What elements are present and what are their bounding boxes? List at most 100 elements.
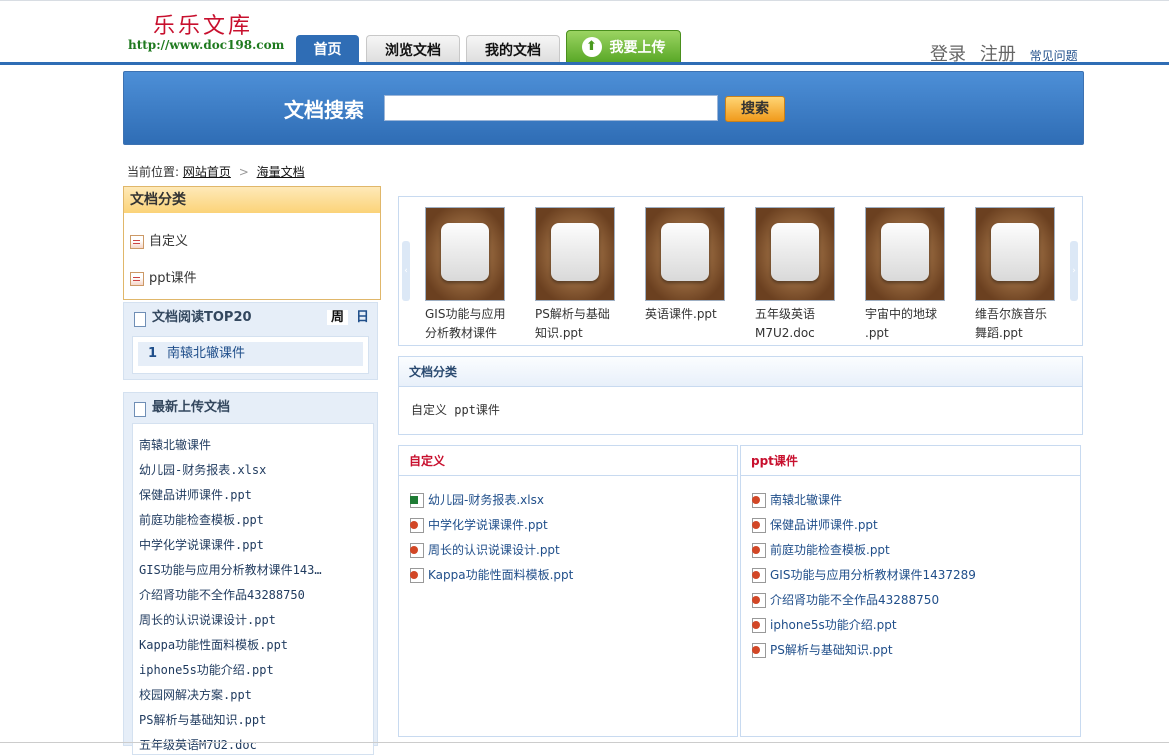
- tab-browse[interactable]: 浏览文档: [366, 35, 460, 64]
- top20-box: 文档阅读TOP20 周日 1 南辕北辙课件: [123, 302, 378, 380]
- file-link[interactable]: 中学化学说课课件.ppt: [410, 516, 548, 533]
- caption-line: 五年级英语: [755, 307, 816, 321]
- ppt-file-icon: [752, 543, 766, 558]
- carousel-item[interactable]: 维吾尔族音乐 舞蹈.ppt: [975, 207, 1055, 343]
- top20-item[interactable]: 1 南辕北辙课件: [138, 342, 363, 366]
- site-header: 乐乐文库 http://www.doc198.com 首页 浏览文档 我的文档 …: [0, 0, 1169, 65]
- carousel-prev-arrow[interactable]: ‹: [402, 241, 410, 301]
- document-icon: [134, 312, 146, 327]
- main-category-links[interactable]: 自定义 ppt课件: [399, 387, 1082, 432]
- tab-my-docs[interactable]: 我的文档: [466, 35, 560, 64]
- latest-item[interactable]: 中学化学说课课件.ppt: [139, 536, 324, 553]
- caption-line: 宇宙中的地球: [865, 307, 938, 321]
- document-thumbnail-icon: [425, 207, 505, 301]
- list-title[interactable]: ppt课件: [741, 446, 1080, 476]
- caption-line: M7U2.doc: [755, 326, 815, 340]
- file-title: 中学化学说课课件.ppt: [428, 518, 548, 532]
- caption-line: PS解析与基础: [535, 307, 610, 321]
- latest-item[interactable]: GIS功能与应用分析教材课件143…: [139, 561, 324, 578]
- latest-uploads-box: 最新上传文档 南辕北辙课件 幼儿园-财务报表.xlsx 保健品讲师课件.ppt …: [123, 392, 378, 755]
- breadcrumb-home[interactable]: 网站首页: [183, 165, 231, 179]
- latest-item[interactable]: 幼儿园-财务报表.xlsx: [139, 461, 324, 478]
- caption-line: 分析教材课件: [425, 326, 498, 340]
- carousel-item[interactable]: 五年级英语 M7U2.doc: [755, 207, 835, 343]
- document-thumbnail-icon: [975, 207, 1055, 301]
- file-title: PS解析与基础知识.ppt: [770, 643, 893, 657]
- top20-title: 文档阅读TOP20: [152, 310, 252, 325]
- latest-item[interactable]: 前庭功能检查模板.ppt: [139, 511, 324, 528]
- file-link[interactable]: 介绍肾功能不全作品43288750: [752, 591, 939, 608]
- ppt-file-icon: [752, 568, 766, 583]
- file-link[interactable]: PS解析与基础知识.ppt: [752, 641, 893, 658]
- breadcrumb-current[interactable]: 海量文档: [257, 165, 305, 179]
- breadcrumb: 当前位置: 网站首页 > 海量文档: [127, 163, 305, 180]
- tab-week[interactable]: 周: [326, 310, 348, 325]
- latest-item[interactable]: 五年级英语M7U2.doc: [139, 736, 324, 753]
- main-category-box: 文档分类 自定义 ppt课件: [398, 356, 1083, 435]
- carousel-caption: PS解析与基础 知识.ppt: [535, 305, 625, 343]
- latest-item[interactable]: 校园网解决方案.ppt: [139, 686, 324, 703]
- document-thumbnail-icon: [865, 207, 945, 301]
- carousel-caption: 英语课件.ppt: [645, 305, 735, 324]
- search-bar: 文档搜索 搜索: [123, 71, 1084, 145]
- latest-title: 最新上传文档: [152, 400, 231, 415]
- file-link[interactable]: 幼儿园-财务报表.xlsx: [410, 491, 544, 508]
- caption-line: GIS功能与应用: [425, 307, 506, 321]
- file-link[interactable]: 保健品讲师课件.ppt: [752, 516, 878, 533]
- file-title: 前庭功能检查模板.ppt: [770, 543, 890, 557]
- top20-item-title: 南辕北辙课件: [167, 346, 246, 361]
- file-link[interactable]: GIS功能与应用分析教材课件1437289: [752, 566, 976, 583]
- rank-number: 1: [148, 346, 158, 361]
- sidebar-categories: 文档分类 自定义 ppt课件: [123, 186, 381, 300]
- upload-arrow-icon: ⬆: [581, 36, 602, 57]
- file-link[interactable]: Kappa功能性面料模板.ppt: [410, 566, 573, 583]
- carousel-item[interactable]: 英语课件.ppt: [645, 207, 725, 324]
- file-title: 保健品讲师课件.ppt: [770, 518, 878, 532]
- category-label: ppt课件: [149, 271, 197, 286]
- sidebar-category-item[interactable]: ppt课件: [130, 267, 197, 286]
- document-thumbnail-icon: [755, 207, 835, 301]
- latest-item[interactable]: 周长的认识说课设计.ppt: [139, 611, 324, 628]
- upload-button[interactable]: ⬆ 我要上传: [566, 30, 681, 65]
- search-button[interactable]: 搜索: [725, 96, 785, 122]
- caption-line: 舞蹈.ppt: [975, 326, 1023, 340]
- latest-item[interactable]: 南辕北辙课件: [139, 436, 324, 453]
- file-link[interactable]: 南辕北辙课件: [752, 491, 842, 508]
- ppt-file-icon: [752, 518, 766, 533]
- latest-item[interactable]: PS解析与基础知识.ppt: [139, 711, 324, 728]
- ppt-file-icon: [410, 518, 424, 533]
- carousel-item[interactable]: PS解析与基础 知识.ppt: [535, 207, 615, 343]
- tab-home[interactable]: 首页: [296, 35, 359, 63]
- file-link[interactable]: 前庭功能检查模板.ppt: [752, 541, 890, 558]
- breadcrumb-prefix: 当前位置:: [127, 165, 180, 179]
- tab-day[interactable]: 日: [356, 310, 369, 325]
- site-logo[interactable]: 乐乐文库 http://www.doc198.com: [125, 8, 295, 60]
- logo-url: http://www.doc198.com: [128, 38, 285, 52]
- ppt-file-icon: [752, 643, 766, 658]
- file-link[interactable]: iphone5s功能介绍.ppt: [752, 616, 897, 633]
- file-title: 介绍肾功能不全作品43288750: [770, 593, 940, 607]
- category-label: 自定义: [149, 234, 189, 249]
- file-link[interactable]: 周长的认识说课设计.ppt: [410, 541, 560, 558]
- latest-item[interactable]: 保健品讲师课件.ppt: [139, 486, 324, 503]
- ppt-file-icon: [752, 593, 766, 608]
- excel-file-icon: [410, 493, 424, 508]
- top20-header: 文档阅读TOP20 周日: [124, 303, 377, 333]
- carousel-item[interactable]: GIS功能与应用 分析教材课件: [425, 207, 505, 343]
- latest-item[interactable]: iphone5s功能介绍.ppt: [139, 661, 324, 678]
- latest-item[interactable]: 介绍肾功能不全作品43288750: [139, 586, 324, 603]
- ppt-file-icon: [410, 568, 424, 583]
- faq-link[interactable]: 常见问题: [1030, 49, 1078, 63]
- ppt-doc-list: ppt课件 南辕北辙课件 保健品讲师课件.ppt 前庭功能检查模板.ppt GI…: [740, 445, 1081, 737]
- latest-item[interactable]: Kappa功能性面料模板.ppt: [139, 636, 324, 653]
- latest-list: 南辕北辙课件 幼儿园-财务报表.xlsx 保健品讲师课件.ppt 前庭功能检查模…: [132, 423, 374, 755]
- carousel-caption: 宇宙中的地球 .ppt: [865, 305, 955, 343]
- carousel-item[interactable]: 宇宙中的地球 .ppt: [865, 207, 945, 343]
- ppt-file-icon: [752, 618, 766, 633]
- carousel-next-arrow[interactable]: ›: [1070, 241, 1078, 301]
- search-input[interactable]: [384, 95, 718, 121]
- sidebar-category-item[interactable]: 自定义: [130, 230, 188, 249]
- carousel-caption: GIS功能与应用 分析教材课件: [425, 305, 515, 343]
- list-title[interactable]: 自定义: [399, 446, 737, 476]
- category-icon: [130, 234, 144, 249]
